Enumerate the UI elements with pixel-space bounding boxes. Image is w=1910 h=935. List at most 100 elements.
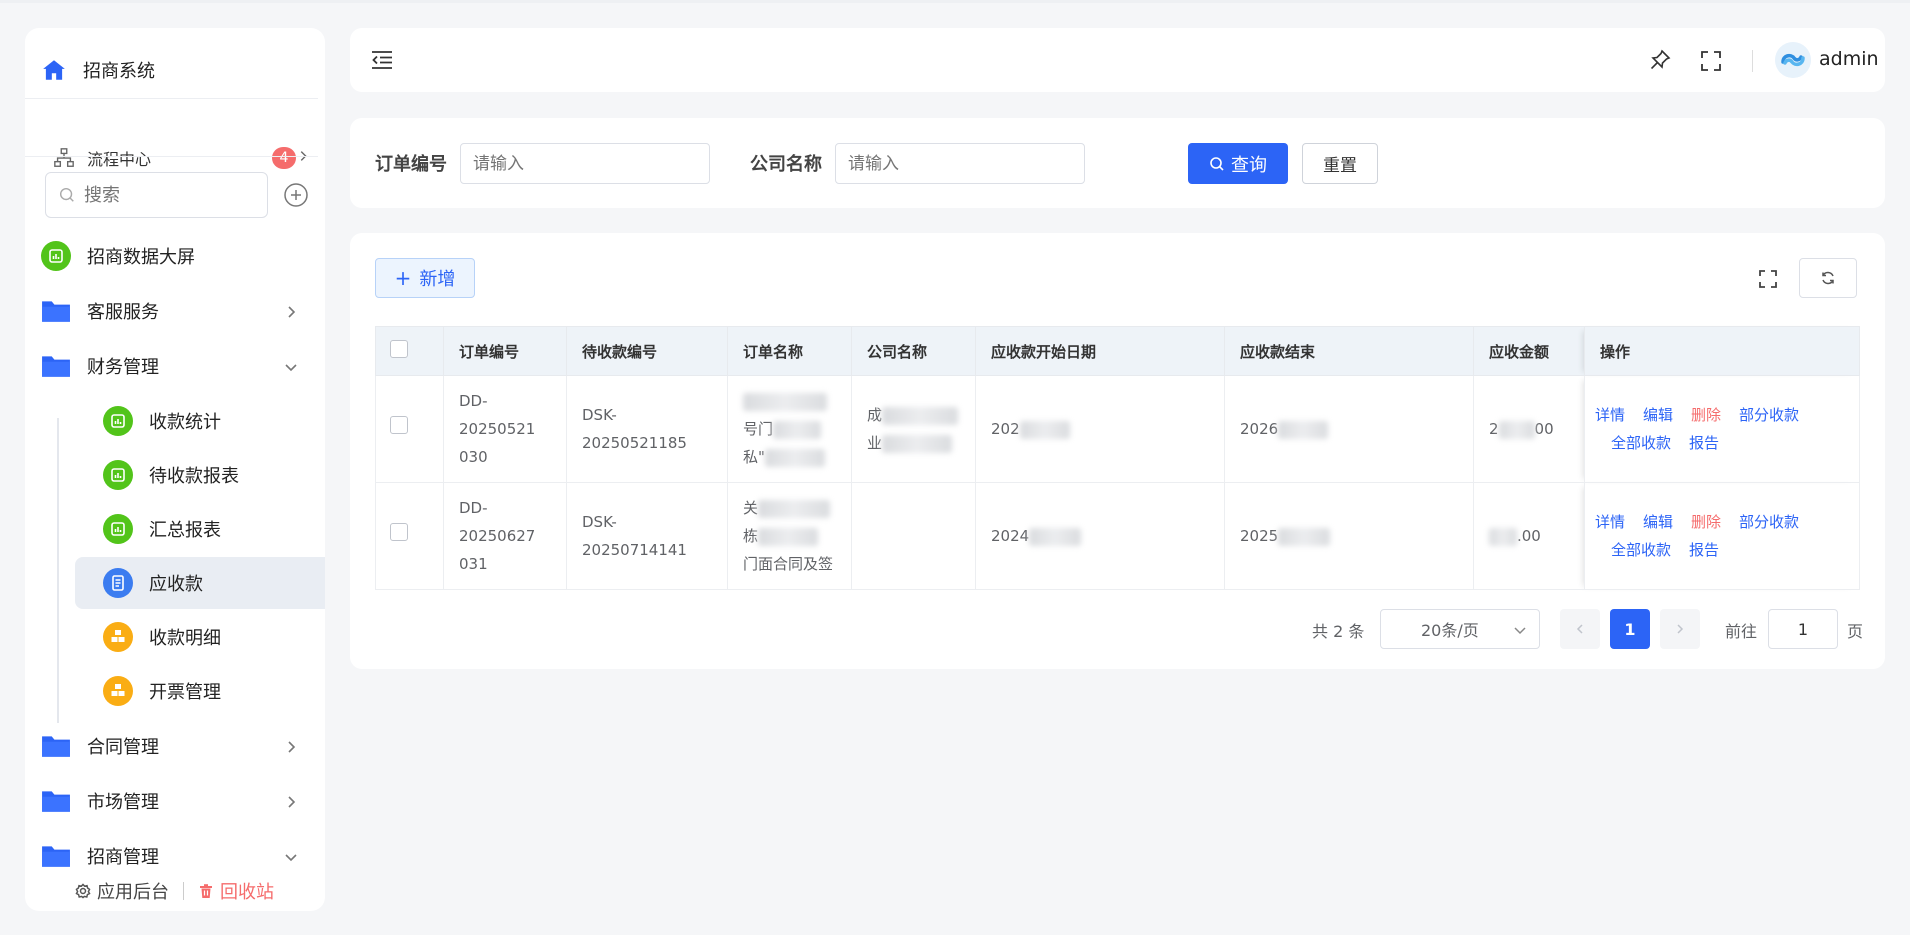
pin-icon[interactable] (1648, 48, 1672, 72)
company-text: 成 (867, 406, 883, 424)
order-no-input[interactable] (460, 143, 710, 184)
menu-summary-report[interactable]: 汇总报表 (75, 507, 325, 551)
redacted-text (773, 420, 822, 439)
menu-receivable-label: 应收款 (149, 574, 203, 595)
edit-link[interactable]: 编辑 (1643, 508, 1673, 536)
search-icon (59, 187, 74, 202)
menu-collect-stats[interactable]: 收款统计 (75, 399, 325, 443)
add-button[interactable]: + 新增 (375, 258, 475, 298)
chevron-right-icon (1677, 624, 1684, 634)
table-row: DD-20250521 030 DSK-20250521185 号门 私" 成 业… (375, 375, 1860, 483)
chevron-right-icon (288, 306, 296, 318)
order-no-cell: DD-20250521 030 (443, 375, 567, 483)
page-size-select[interactable]: 20条/页 (1380, 609, 1540, 649)
reset-button[interactable]: 重置 (1302, 143, 1378, 184)
chevron-down-icon (1514, 627, 1526, 635)
next-page-button[interactable] (1660, 609, 1700, 649)
menu-investment[interactable]: 招商管理 (41, 834, 317, 878)
select-all-checkbox[interactable] (390, 340, 408, 358)
folder-icon (42, 301, 70, 322)
partial-collect-link[interactable]: 部分收款 (1739, 401, 1799, 429)
menu-customer-service[interactable]: 客服服务 (41, 289, 317, 333)
start-date-text: 2024 (991, 527, 1030, 545)
goto-page-input[interactable] (1768, 609, 1838, 649)
folder-icon (42, 846, 70, 867)
redacted-text (1278, 420, 1329, 439)
add-circle-icon[interactable] (283, 182, 309, 208)
report-link[interactable]: 报告 (1689, 536, 1719, 564)
end-date-text: 2025 (1240, 527, 1279, 545)
row-checkbox[interactable] (390, 416, 408, 434)
menu-receivable[interactable]: 应收款 (75, 557, 325, 609)
menu-dashboard[interactable]: 招商数据大屏 (41, 234, 317, 278)
table-row: DD-20250627 031 DSK-20250714141 关 栋 门面合同及… (375, 482, 1860, 590)
flow-center[interactable]: 流程中心 4 (53, 140, 308, 176)
menu-search-input[interactable] (84, 184, 254, 206)
row-select-cell (375, 375, 444, 483)
edit-link[interactable]: 编辑 (1643, 401, 1673, 429)
boxes-badge-icon (103, 622, 133, 652)
footer-divider (183, 882, 184, 900)
report-link[interactable]: 报告 (1689, 429, 1719, 457)
actions-cell: 详情 编辑 删除 部分收款 全部收款 报告 (1584, 482, 1860, 590)
pending-no-cell: DSK-20250714141 (566, 482, 728, 590)
full-collect-link[interactable]: 全部收款 (1611, 429, 1671, 457)
brand[interactable]: 招商系统 (41, 52, 155, 88)
partial-collect-link[interactable]: 部分收款 (1739, 508, 1799, 536)
fullscreen-icon[interactable] (1700, 50, 1722, 72)
amount-text: 2 (1489, 420, 1499, 438)
end-date-cell: 2025 (1224, 482, 1474, 590)
app-backend-link[interactable]: 应用后台 (75, 878, 169, 904)
filter-panel: 订单编号 公司名称 查询 重置 (350, 118, 1885, 208)
avatar[interactable] (1775, 42, 1811, 78)
menu-pending-report[interactable]: 待收款报表 (75, 453, 325, 497)
column-header: 公司名称 (851, 326, 976, 376)
start-date-text: 202 (991, 420, 1020, 438)
recycle-bin-link[interactable]: 回收站 (198, 878, 274, 904)
company-name-label: 公司名称 (750, 154, 822, 175)
chevron-left-icon (1576, 624, 1583, 634)
menu-market[interactable]: 市场管理 (41, 779, 317, 823)
chart-badge-icon (103, 460, 133, 490)
order-name-text: 栋 (743, 527, 759, 545)
menu-search[interactable] (45, 172, 268, 218)
menu-contract[interactable]: 合同管理 (41, 724, 317, 768)
order-name-text: 号门 (743, 420, 774, 438)
detail-link[interactable]: 详情 (1595, 401, 1625, 429)
page-number-button[interactable]: 1 (1610, 609, 1650, 649)
order-name-cell: 号门 私" (727, 375, 852, 483)
pagination-total: 共 2 条 (1312, 622, 1365, 641)
username[interactable]: admin (1819, 48, 1879, 70)
delete-link[interactable]: 删除 (1691, 401, 1721, 429)
refresh-button[interactable] (1799, 258, 1857, 298)
menu-summary-report-label: 汇总报表 (149, 520, 221, 541)
prev-page-button[interactable] (1560, 609, 1600, 649)
delete-link[interactable]: 删除 (1691, 508, 1721, 536)
redacted-text (758, 527, 819, 546)
start-date-cell: 202 (975, 375, 1225, 483)
folder-icon (42, 791, 70, 812)
order-name-cell: 关 栋 门面合同及签 (727, 482, 852, 590)
order-no-cell: DD-20250627 031 (443, 482, 567, 590)
chevron-down-icon (285, 364, 297, 372)
company-name-input[interactable] (835, 143, 1085, 184)
menu-finance[interactable]: 财务管理 (41, 344, 317, 388)
menu-market-label: 市场管理 (87, 792, 159, 813)
full-collect-link[interactable]: 全部收款 (1611, 536, 1671, 564)
detail-link[interactable]: 详情 (1595, 508, 1625, 536)
menu-invoice[interactable]: 开票管理 (75, 669, 325, 713)
query-button[interactable]: 查询 (1188, 143, 1288, 184)
order-name-text: 私" (743, 448, 765, 466)
table-fullscreen-icon[interactable] (1758, 269, 1778, 289)
order-name-text: 关 (743, 499, 759, 517)
window-top-edge (0, 0, 1910, 3)
menu-collect-detail[interactable]: 收款明细 (75, 615, 325, 659)
collapse-menu-icon[interactable] (370, 49, 394, 71)
chart-badge-icon (41, 241, 71, 271)
column-header: 应收款开始日期 (975, 326, 1225, 376)
order-no-part: DD-20250521 (459, 392, 536, 438)
recycle-bin-label: 回收站 (220, 882, 274, 903)
menu-contract-label: 合同管理 (87, 737, 159, 758)
column-header: 操作 (1584, 326, 1860, 376)
row-checkbox[interactable] (390, 523, 408, 541)
